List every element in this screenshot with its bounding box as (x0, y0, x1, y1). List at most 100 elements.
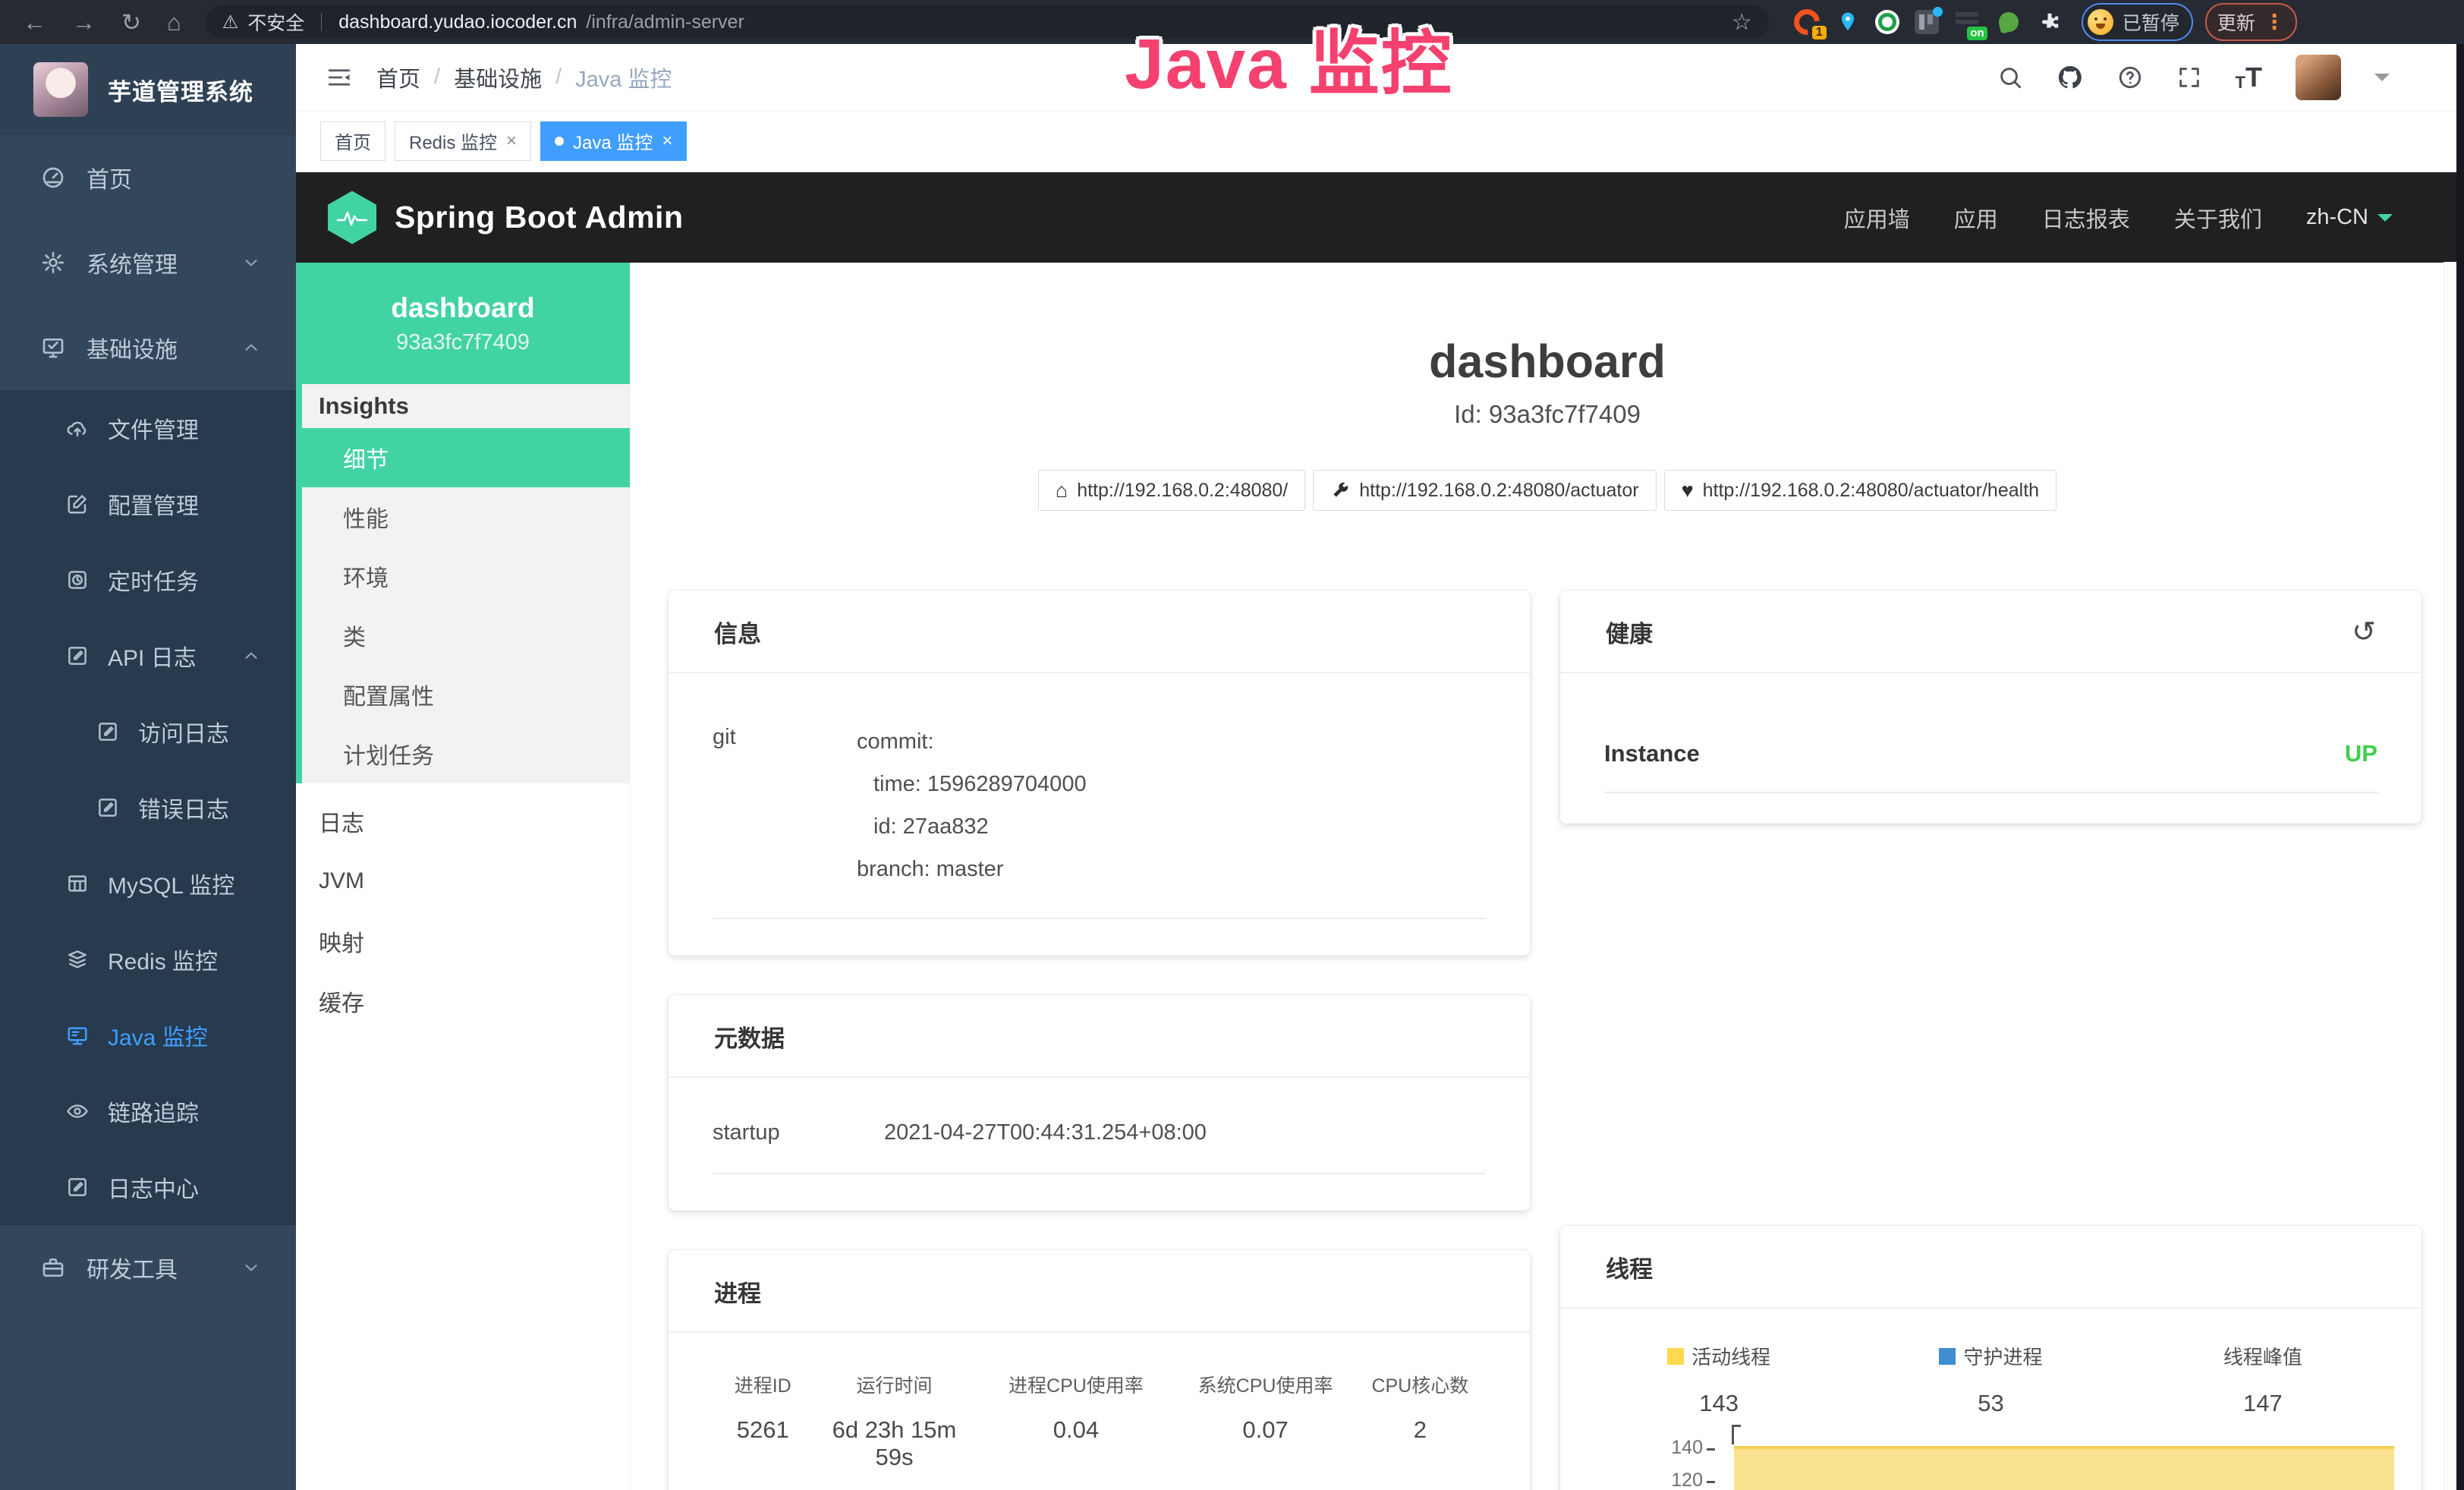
font-size-icon[interactable]: TT (2236, 64, 2262, 91)
history-icon[interactable]: ↺ (2352, 618, 2376, 647)
close-icon[interactable]: × (662, 131, 672, 152)
sidebar-item-file[interactable]: 文件管理 (0, 390, 296, 466)
sidenav-item-classes[interactable]: 类 (302, 606, 630, 665)
sidebar-item-redis[interactable]: Redis 监控 (0, 921, 296, 997)
help-icon[interactable] (2117, 65, 2143, 90)
extension-icon-pin[interactable] (1834, 8, 1861, 36)
sidenav-item-metrics[interactable]: 性能 (302, 487, 630, 547)
address-bar[interactable]: ⚠ 不安全 dashboard.yudao.iocoder.cn/infra/a… (206, 5, 1769, 39)
sba-title[interactable]: Spring Boot Admin (395, 200, 683, 235)
threads-legend: 活动线程 守护进程 线程峰值 (1583, 1309, 2399, 1370)
sidebar-item-infra[interactable]: 基础设施 (0, 305, 296, 390)
browser-reload-icon[interactable]: ↻ (121, 11, 141, 34)
extensions-puzzle-button[interactable] (2036, 8, 2063, 36)
extension-icon-sprout[interactable] (1995, 8, 2022, 36)
sidebar-item-system[interactable]: 系统管理 (0, 220, 296, 305)
tag-java-active[interactable]: Java 监控 × (540, 121, 687, 161)
sidebar-item-mysql[interactable]: MySQL 监控 (0, 846, 296, 921)
peak-threads-value: 147 (2127, 1390, 2399, 1417)
browser-profile-button[interactable]: 已暂停 (2082, 3, 2193, 41)
sidebar-item-label: 日志中心 (108, 1170, 199, 1204)
sba-locale-select[interactable]: zh-CN (2306, 205, 2393, 230)
divider (1604, 792, 2377, 793)
sidebar-item-home[interactable]: 首页 (0, 135, 296, 220)
browser-update-button[interactable]: 更新 ⋮ (2205, 3, 2297, 41)
columns-icon (1915, 10, 1939, 34)
sidebar-item-java-monitor[interactable]: Java 监控 (0, 997, 296, 1073)
user-avatar[interactable] (2296, 55, 2341, 100)
process-card-header: 进程 (669, 1250, 1530, 1333)
sidenav-item-details[interactable]: 细节 (296, 428, 630, 487)
sba-nav-applications[interactable]: 应用 (1954, 202, 1998, 234)
spring-boot-admin-logo[interactable] (328, 191, 376, 244)
instance-content: dashboard Id: 93a3fc7f7409 ⌂ http://192.… (631, 263, 2464, 1490)
user-caret-icon[interactable] (2374, 74, 2390, 89)
bookmark-star-icon[interactable]: ☆ (1732, 9, 1752, 36)
sidenav-item-mappings[interactable]: 映射 (296, 911, 630, 971)
insights-group-label: Insights (302, 384, 630, 428)
browser-forward-icon[interactable]: → (72, 11, 96, 34)
sidenav-item-environment[interactable]: 环境 (302, 547, 630, 606)
page-scrollbar[interactable] (2444, 262, 2456, 1490)
tag-label: Redis 监控 (409, 128, 497, 154)
hamburger-icon[interactable] (325, 65, 354, 90)
sba-nav-wall[interactable]: 应用墙 (1844, 202, 1910, 234)
browser-back-icon[interactable]: ← (23, 11, 46, 34)
sidenav-item-scheduled-tasks[interactable]: 计划任务 (302, 724, 630, 783)
app-logo-row[interactable]: 芋道管理系统 (0, 44, 296, 135)
instance-id-line: Id: 93a3fc7f7409 (631, 400, 2464, 429)
close-icon[interactable]: × (506, 131, 517, 152)
sba-nav-journal[interactable]: 日志报表 (2042, 202, 2130, 234)
security-warning-icon[interactable]: ⚠ (222, 11, 239, 33)
tag-redis[interactable]: Redis 监控 × (395, 121, 531, 161)
metadata-key: startup (713, 1120, 884, 1145)
sidebar-item-label: 研发工具 (87, 1251, 178, 1284)
profile-status-label: 已暂停 (2123, 8, 2179, 36)
metadata-card: 元数据 startup 2021-04-27T00:44:31.254+08:0… (669, 995, 1530, 1211)
extension-icon-orange[interactable]: 1 (1793, 8, 1820, 36)
sidebar-item-config[interactable]: 配置管理 (0, 466, 296, 542)
actuator-url: http://192.168.0.2:48080/actuator (1359, 480, 1638, 502)
log-edit-icon (94, 796, 121, 819)
process-uptime: 6d 23h 15m 59s (813, 1416, 975, 1471)
sba-nav-about[interactable]: 关于我们 (2174, 202, 2262, 234)
sidenav-item-jvm[interactable]: JVM (296, 851, 630, 911)
sidenav-item-config-props[interactable]: 配置属性 (302, 665, 630, 724)
window-right-edge (2456, 44, 2464, 1490)
fullscreen-icon[interactable] (2176, 65, 2202, 90)
sidebar-item-dev-tools[interactable]: 研发工具 (0, 1225, 296, 1310)
health-url-button[interactable]: ♥ http://192.168.0.2:48080/actuator/heal… (1664, 470, 2056, 511)
actuator-url-button[interactable]: http://192.168.0.2:48080/actuator (1313, 470, 1656, 511)
extension-icon-columns[interactable] (1913, 8, 1940, 36)
sidebar-item-api-log[interactable]: API 日志 (0, 618, 296, 694)
eye-icon (64, 1100, 91, 1123)
breadcrumb-home[interactable]: 首页 (376, 61, 420, 93)
insights-group: Insights 细节 性能 环境 类 配置属性 计划任务 (296, 384, 630, 783)
security-label[interactable]: 不安全 (247, 8, 304, 36)
sidenav-item-logs[interactable]: 日志 (296, 791, 630, 851)
git-commit-line: commit: (857, 720, 1087, 763)
sidenav-item-caches[interactable]: 缓存 (296, 971, 630, 1031)
sidebar-item-error-log[interactable]: 错误日志 (0, 770, 296, 846)
sidebar-item-job[interactable]: 定时任务 (0, 542, 296, 618)
breadcrumb-separator: / (434, 65, 440, 90)
service-url-button[interactable]: ⌂ http://192.168.0.2:48080/ (1038, 470, 1305, 511)
health-card-header: 健康 ↺ (1560, 591, 2422, 673)
search-icon[interactable] (1997, 65, 2023, 90)
locale-label: zh-CN (2306, 205, 2368, 230)
browser-menu-dots-icon[interactable]: ⋮ (2264, 11, 2285, 34)
sidebar-item-access-log[interactable]: 访问日志 (0, 694, 296, 770)
breadcrumb-infra[interactable]: 基础设施 (454, 61, 542, 93)
sidebar-item-trace[interactable]: 链路追踪 (0, 1073, 296, 1149)
sidebar-item-log-center[interactable]: 日志中心 (0, 1149, 296, 1225)
tag-home[interactable]: 首页 (320, 121, 385, 161)
sba-body: dashboard 93a3fc7f7409 Insights 细节 性能 环境… (296, 263, 2464, 1490)
github-icon[interactable] (2056, 64, 2084, 91)
process-col-header: CPU核心数 (1355, 1371, 1486, 1398)
browser-home-icon[interactable]: ⌂ (167, 11, 181, 34)
health-card: 健康 ↺ Instance UP (1560, 591, 2422, 824)
extension-icon-switch[interactable]: on (1954, 8, 1981, 36)
extension-icon-green-circle[interactable] (1875, 10, 1899, 34)
edit-icon (64, 493, 91, 515)
instance-sidebar: dashboard 93a3fc7f7409 Insights 细节 性能 环境… (296, 263, 631, 1490)
